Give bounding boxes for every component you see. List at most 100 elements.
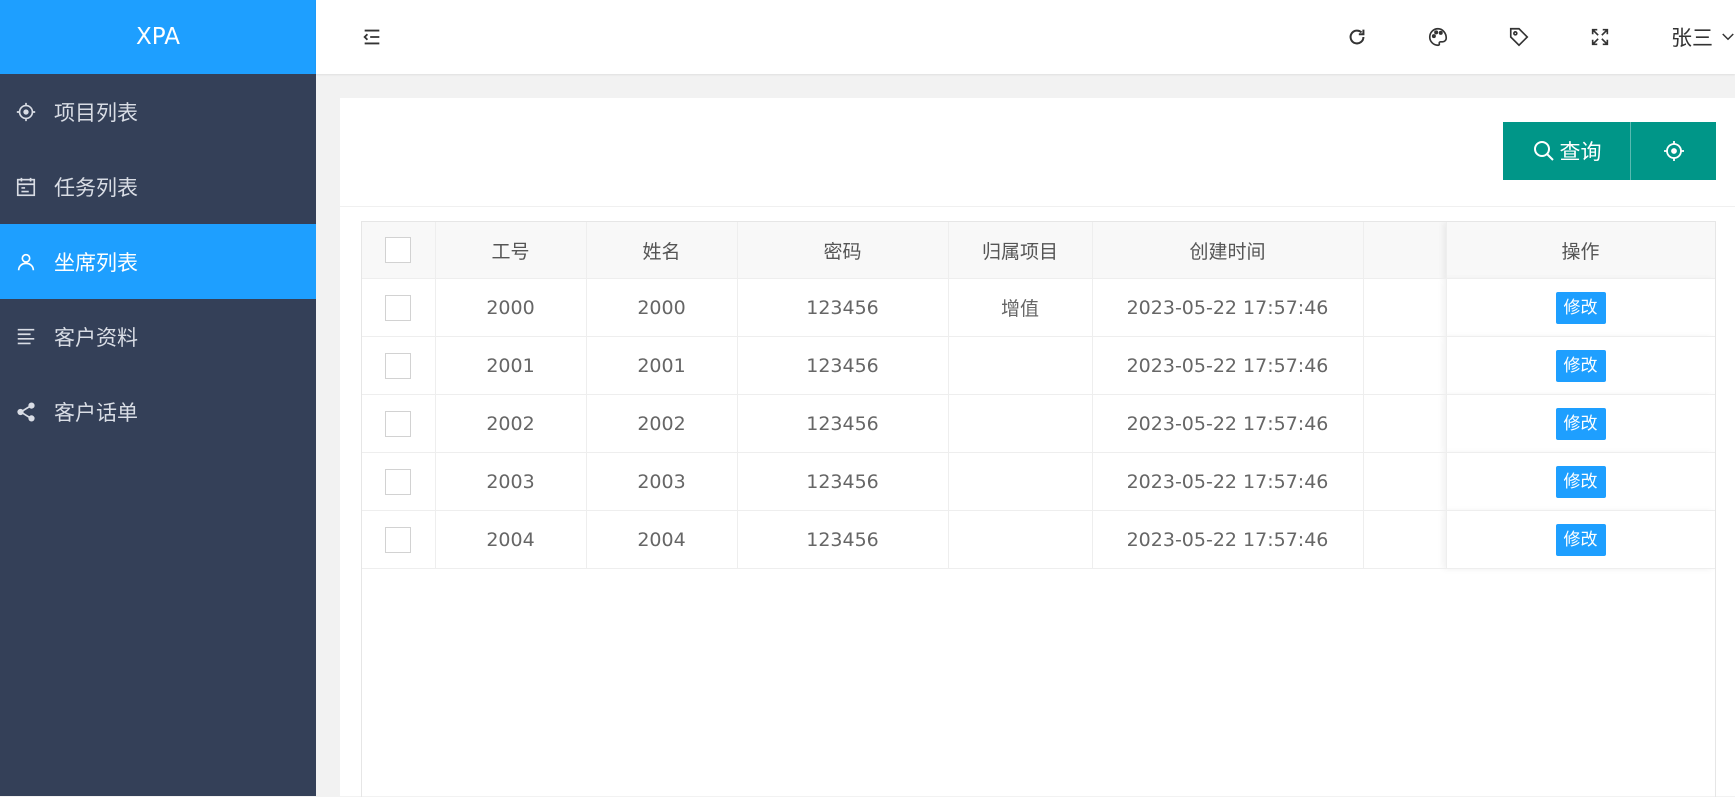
sidebar-item-label: 任务列表: [54, 175, 138, 200]
cell-actions: 修改: [1446, 510, 1715, 569]
chevron-down-icon: [1722, 33, 1734, 41]
edit-button[interactable]: 修改: [1555, 407, 1606, 440]
cell-password: 123456: [737, 278, 949, 337]
row-select-cell: [362, 336, 436, 395]
cell-created: 2023-05-22 17:57:46: [1092, 394, 1364, 453]
agent-table: 工号 姓名 密码 归属项目 创建时间 操作 2000 2000 123456 增…: [361, 221, 1716, 797]
select-all-cell: [362, 222, 436, 279]
edit-button[interactable]: 修改: [1555, 523, 1606, 556]
cell-actions: 修改: [1446, 394, 1715, 453]
cell-created: 2023-05-22 17:57:46: [1092, 278, 1364, 337]
sidebar: XPA 项目列表 任务列表 坐席列表 客户资料 客户话单: [0, 0, 316, 796]
cell-actions: 修改: [1446, 452, 1715, 511]
cell-password: 123456: [737, 510, 949, 569]
cell-id: 2002: [435, 394, 587, 453]
user-icon: [14, 250, 38, 274]
app-logo[interactable]: XPA: [0, 0, 316, 74]
cell-project: [948, 394, 1093, 453]
cell-created: 2023-05-22 17:57:46: [1092, 510, 1364, 569]
edit-button[interactable]: 修改: [1555, 465, 1606, 498]
cell-extra: [1363, 278, 1447, 337]
reset-button[interactable]: [1630, 122, 1716, 180]
row-select-cell: [362, 278, 436, 337]
refresh-icon[interactable]: [1342, 22, 1372, 52]
content-card: 查询 工号 姓名 密码 归属项目 创建时间 操作 2000 2000 12345…: [340, 98, 1735, 797]
table-row: 2004 2004 123456 2023-05-22 17:57:46 修改: [362, 510, 1715, 569]
row-checkbox[interactable]: [385, 410, 412, 437]
column-header-extra: [1363, 222, 1447, 279]
settings-icon: [14, 100, 38, 124]
cell-actions: 修改: [1446, 278, 1715, 337]
column-header-created[interactable]: 创建时间: [1092, 222, 1364, 279]
settings-icon: [1663, 141, 1684, 161]
query-button-label: 查询: [1559, 140, 1602, 164]
row-checkbox[interactable]: [385, 294, 412, 321]
cell-name: 2002: [586, 394, 738, 453]
cell-extra: [1363, 510, 1447, 569]
column-header-actions: 操作: [1446, 222, 1715, 279]
search-icon: [1533, 141, 1554, 161]
edit-button[interactable]: 修改: [1555, 349, 1606, 382]
table-header-row: 工号 姓名 密码 归属项目 创建时间 操作: [362, 222, 1715, 279]
top-header: 张三: [316, 0, 1735, 74]
cell-name: 2003: [586, 452, 738, 511]
table-row: 2001 2001 123456 2023-05-22 17:57:46 修改: [362, 336, 1715, 395]
row-select-cell: [362, 510, 436, 569]
row-checkbox[interactable]: [385, 468, 412, 495]
row-select-cell: [362, 394, 436, 453]
sidebar-item-label: 项目列表: [54, 100, 138, 125]
cell-actions: 修改: [1446, 336, 1715, 395]
cell-extra: [1363, 452, 1447, 511]
sidebar-item-agents[interactable]: 坐席列表: [0, 224, 316, 299]
button-group: 查询: [1503, 122, 1716, 180]
cell-password: 123456: [737, 394, 949, 453]
sidebar-item-customers[interactable]: 客户资料: [0, 299, 316, 374]
column-header-project[interactable]: 归属项目: [948, 222, 1093, 279]
sidebar-item-label: 客户资料: [54, 325, 138, 350]
sidebar-item-tasks[interactable]: 任务列表: [0, 149, 316, 224]
query-button[interactable]: 查询: [1503, 122, 1630, 180]
sidebar-item-projects[interactable]: 项目列表: [0, 74, 316, 149]
cell-id: 2004: [435, 510, 587, 569]
select-all-checkbox[interactable]: [385, 237, 412, 263]
sidebar-item-label: 坐席列表: [54, 250, 138, 275]
column-header-name[interactable]: 姓名: [586, 222, 738, 279]
sidebar-item-label: 客户话单: [54, 400, 138, 425]
fullscreen-icon[interactable]: [1585, 22, 1615, 52]
palette-icon[interactable]: [1423, 22, 1453, 52]
column-header-password[interactable]: 密码: [737, 222, 949, 279]
calendar-icon: [14, 175, 38, 199]
sidebar-item-call-records[interactable]: 客户话单: [0, 374, 316, 449]
column-header-id[interactable]: 工号: [435, 222, 587, 279]
cell-name: 2004: [586, 510, 738, 569]
row-checkbox[interactable]: [385, 352, 412, 379]
tag-icon[interactable]: [1504, 22, 1534, 52]
row-checkbox[interactable]: [385, 526, 412, 553]
cell-password: 123456: [737, 452, 949, 511]
cell-created: 2023-05-22 17:57:46: [1092, 336, 1364, 395]
row-select-cell: [362, 452, 436, 511]
cell-project: [948, 510, 1093, 569]
align-icon: [14, 325, 38, 349]
cell-name: 2001: [586, 336, 738, 395]
table-row: 2002 2002 123456 2023-05-22 17:57:46 修改: [362, 394, 1715, 453]
cell-id: 2000: [435, 278, 587, 337]
cell-created: 2023-05-22 17:57:46: [1092, 452, 1364, 511]
menu-collapse-icon[interactable]: [357, 22, 387, 52]
cell-name: 2000: [586, 278, 738, 337]
cell-id: 2001: [435, 336, 587, 395]
cell-password: 123456: [737, 336, 949, 395]
table-row: 2000 2000 123456 增值 2023-05-22 17:57:46 …: [362, 278, 1715, 337]
toolbar: 查询: [340, 98, 1735, 207]
cell-project: [948, 452, 1093, 511]
user-menu[interactable]: 张三: [1671, 22, 1735, 52]
cell-project: [948, 336, 1093, 395]
share-icon: [14, 400, 38, 424]
edit-button[interactable]: 修改: [1555, 291, 1606, 324]
cell-project: 增值: [948, 278, 1093, 337]
cell-extra: [1363, 394, 1447, 453]
user-name: 张三: [1671, 26, 1713, 50]
cell-extra: [1363, 336, 1447, 395]
cell-id: 2003: [435, 452, 587, 511]
sidebar-nav: 项目列表 任务列表 坐席列表 客户资料 客户话单: [0, 74, 316, 449]
